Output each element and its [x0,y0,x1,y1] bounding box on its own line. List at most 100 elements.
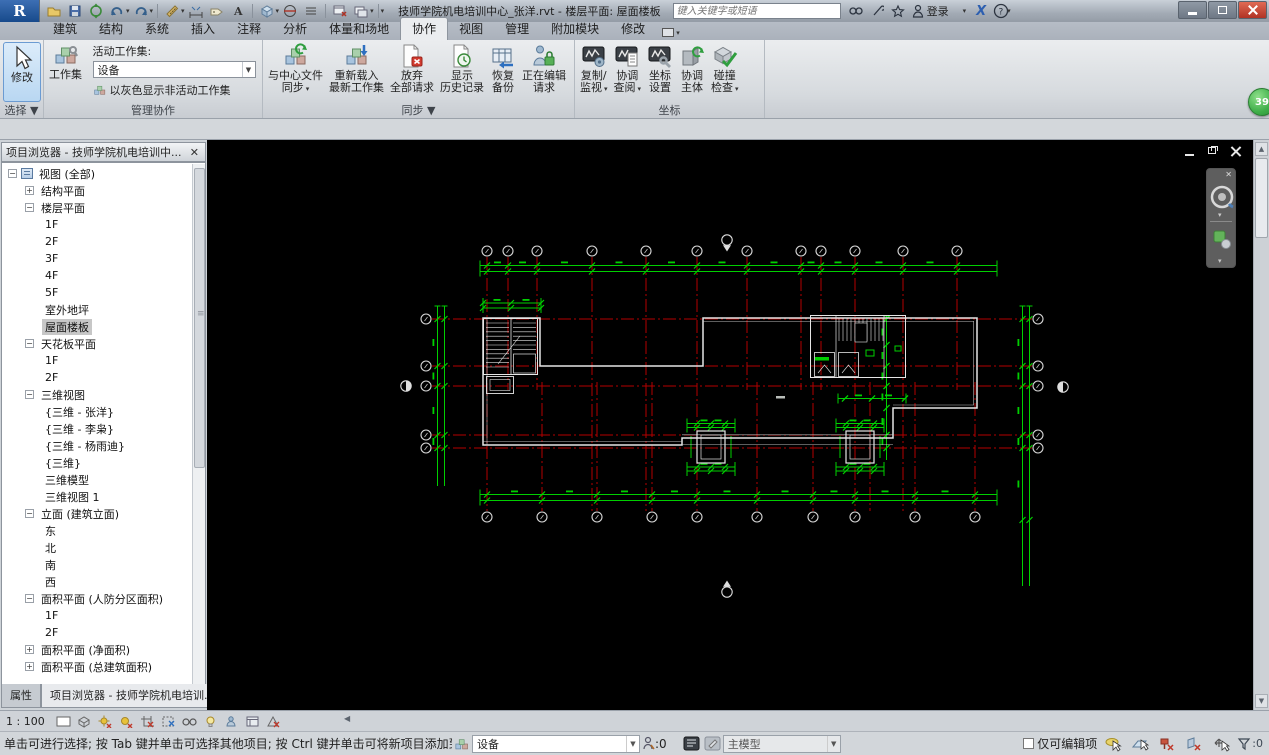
navigation-bar[interactable]: ✕ ▾ ▾ [1206,168,1236,268]
ribbon-tab[interactable]: 协作 [400,17,449,40]
tree-expander-icon[interactable]: − [8,169,17,178]
ribbon-button[interactable]: 碰撞 检查 ▾ [708,41,742,103]
tree-item[interactable]: 三维视图 1 [2,488,205,505]
tree-scrollbar[interactable] [192,164,205,684]
tree-item[interactable]: 2F [2,369,205,386]
3d-view-dropdown-icon[interactable]: ▾ [276,7,280,15]
chevron-down-icon[interactable]: ▼ [241,62,255,77]
tree-expander-icon[interactable]: + [25,645,34,654]
communication-center-icon[interactable] [871,4,884,18]
ribbon-button[interactable]: 显示 历史记录▾ [437,41,487,103]
tree-item[interactable]: − 楼层平面 [2,199,205,216]
steering-wheel-icon[interactable] [1207,175,1237,225]
tree-item[interactable]: 东 [2,522,205,539]
tree-item[interactable]: 屋面楼板 [2,318,205,335]
tree-item[interactable]: 5F [2,284,205,301]
tree-item[interactable]: 1F [2,216,205,233]
customize-qat-icon[interactable]: ▾ [381,7,385,15]
reveal-hidden-elements-icon[interactable] [202,714,219,729]
ribbon-button[interactable]: 恢复 备份▾ [487,41,519,103]
view-close-icon[interactable] [1230,146,1243,157]
ribbon-button[interactable]: 重新载入 最新工作集▾ [326,41,387,103]
sign-in-icon[interactable] [912,4,924,18]
tree-item[interactable]: − 面积平面 (人防分区面积) [2,590,205,607]
detail-level-icon[interactable] [55,714,72,729]
design-options-icon[interactable] [683,736,700,751]
ribbon-tab[interactable]: 插入 [180,18,226,40]
worksets-button[interactable]: 工作集 [46,40,85,102]
chevron-down-icon[interactable]: ▼ [626,735,639,752]
tree-item[interactable]: + 面积平面 (净面积) [2,641,205,658]
tree-item[interactable]: − 天花板平面 [2,335,205,352]
tree-item[interactable]: 南 [2,556,205,573]
worksets-status-icon[interactable] [454,736,470,752]
tree-item[interactable]: {三维} [2,454,205,471]
undo-dropdown-icon[interactable]: ▾ [126,7,130,15]
ribbon-button[interactable]: 协调 查阅 ▾ [611,41,645,103]
help-dropdown-icon[interactable]: ▾ [1007,7,1011,15]
temporary-hide-isolate-icon[interactable] [181,714,198,729]
hide-analytical-model-icon[interactable] [265,714,282,729]
ribbon-tab[interactable]: 管理 [494,18,540,40]
application-menu-button[interactable]: R [0,0,40,22]
temporary-view-properties-icon[interactable] [244,714,261,729]
visual-style-icon[interactable] [76,714,93,729]
scroll-up-icon[interactable]: ▲ [1255,142,1268,156]
tree-expander-icon[interactable]: − [25,203,34,212]
restore-button[interactable] [1208,1,1237,19]
panel-label-synchronize[interactable]: 同步 ▼ [263,103,574,118]
ribbon-tab[interactable]: 体量和场地 [318,18,400,40]
active-workset-dropdown[interactable]: 设备 ▼ [92,61,256,78]
modify-button[interactable]: 修改 [3,42,41,102]
ribbon-button[interactable]: 坐标 设置▾ [644,41,676,103]
tree-expander-icon[interactable]: − [25,339,34,348]
notification-badge[interactable]: 39 [1248,88,1269,116]
tree-item[interactable]: 1F [2,352,205,369]
tree-expander-icon[interactable]: − [25,390,34,399]
scroll-left-icon[interactable]: ◀ [344,714,350,723]
editable-only-checkbox[interactable]: 仅可编辑项 [1023,735,1097,752]
tree-expander-icon[interactable]: − [25,509,34,518]
ribbon-button[interactable]: 正在编辑 请求▾ [519,41,569,103]
tree-item[interactable]: − 立面 (建筑立面) [2,505,205,522]
chevron-down-icon[interactable]: ▼ [826,735,840,752]
tree-scrollbar-thumb[interactable] [194,168,205,468]
ribbon-tab[interactable]: 修改 [610,18,656,40]
ribbon-tab[interactable]: 分析 [272,18,318,40]
ribbon-button[interactable]: 与中心文件 同步 ▾ [265,41,326,103]
ribbon-tab[interactable]: 附加模块 [540,18,610,40]
search-input[interactable] [672,3,841,19]
ribbon-button[interactable]: 放弃 全部请求▾ [387,41,437,103]
login-dropdown-icon[interactable]: ▾ [963,7,967,15]
tree-expander-icon[interactable]: − [25,594,34,603]
crop-view-icon[interactable] [139,714,156,729]
tree-item[interactable]: {三维 - 杨雨迪} [2,437,205,454]
ribbon-button[interactable]: 协调 主体▾ [676,41,708,103]
tree-item[interactable]: − 视图 (全部) [2,165,205,182]
ribbon-tab[interactable]: 注释 [226,18,272,40]
select-pinned-elements-icon[interactable] [1158,736,1176,752]
tree-item[interactable]: + 结构平面 [2,182,205,199]
tree-item[interactable]: {三维 - 李枭} [2,420,205,437]
gray-inactive-worksets-toggle[interactable]: 以灰色显示非活动工作集 [93,82,257,98]
sun-path-icon[interactable] [97,714,114,729]
ribbon-tab[interactable]: 视图 [448,18,494,40]
project-browser-header[interactable]: 项目浏览器 - 技师学院机电培训中... ✕ [1,142,206,162]
select-elements-by-face-icon[interactable] [1185,736,1203,752]
view-scale-button[interactable]: 1 : 100 [6,715,45,728]
tree-item[interactable]: 室外地坪 [2,301,205,318]
tree-item[interactable]: 3F [2,250,205,267]
close-icon[interactable]: ✕ [188,146,201,159]
ribbon-tab[interactable]: 结构 [88,18,134,40]
browser-tab[interactable]: 属性 [1,684,41,708]
view-restore-icon[interactable] [1207,146,1220,157]
view-minimize-icon[interactable] [1184,146,1197,157]
tree-item[interactable]: 2F [2,624,205,641]
exchange-apps-icon[interactable]: X [976,4,986,19]
search-icon[interactable] [848,4,864,18]
browser-tab[interactable]: 项目浏览器 - 技师学院机电培训... [41,684,211,708]
panel-label-select[interactable]: 选择 ▼ [0,103,43,118]
drawing-canvas[interactable]: ✕ ▾ ▾ [207,140,1253,710]
drag-elements-icon[interactable] [1212,736,1231,752]
redo-dropdown-icon[interactable]: ▾ [150,7,154,15]
